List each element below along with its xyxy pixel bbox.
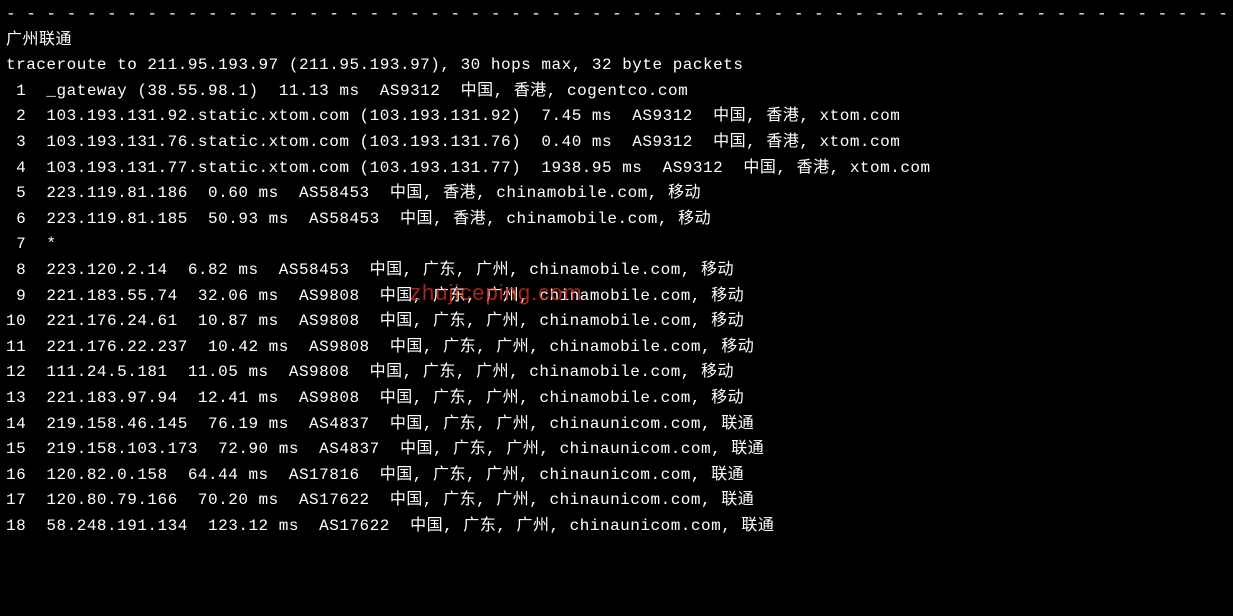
terminal-output: - - - - - - - - - - - - - - - - - - - - …	[6, 2, 1227, 539]
